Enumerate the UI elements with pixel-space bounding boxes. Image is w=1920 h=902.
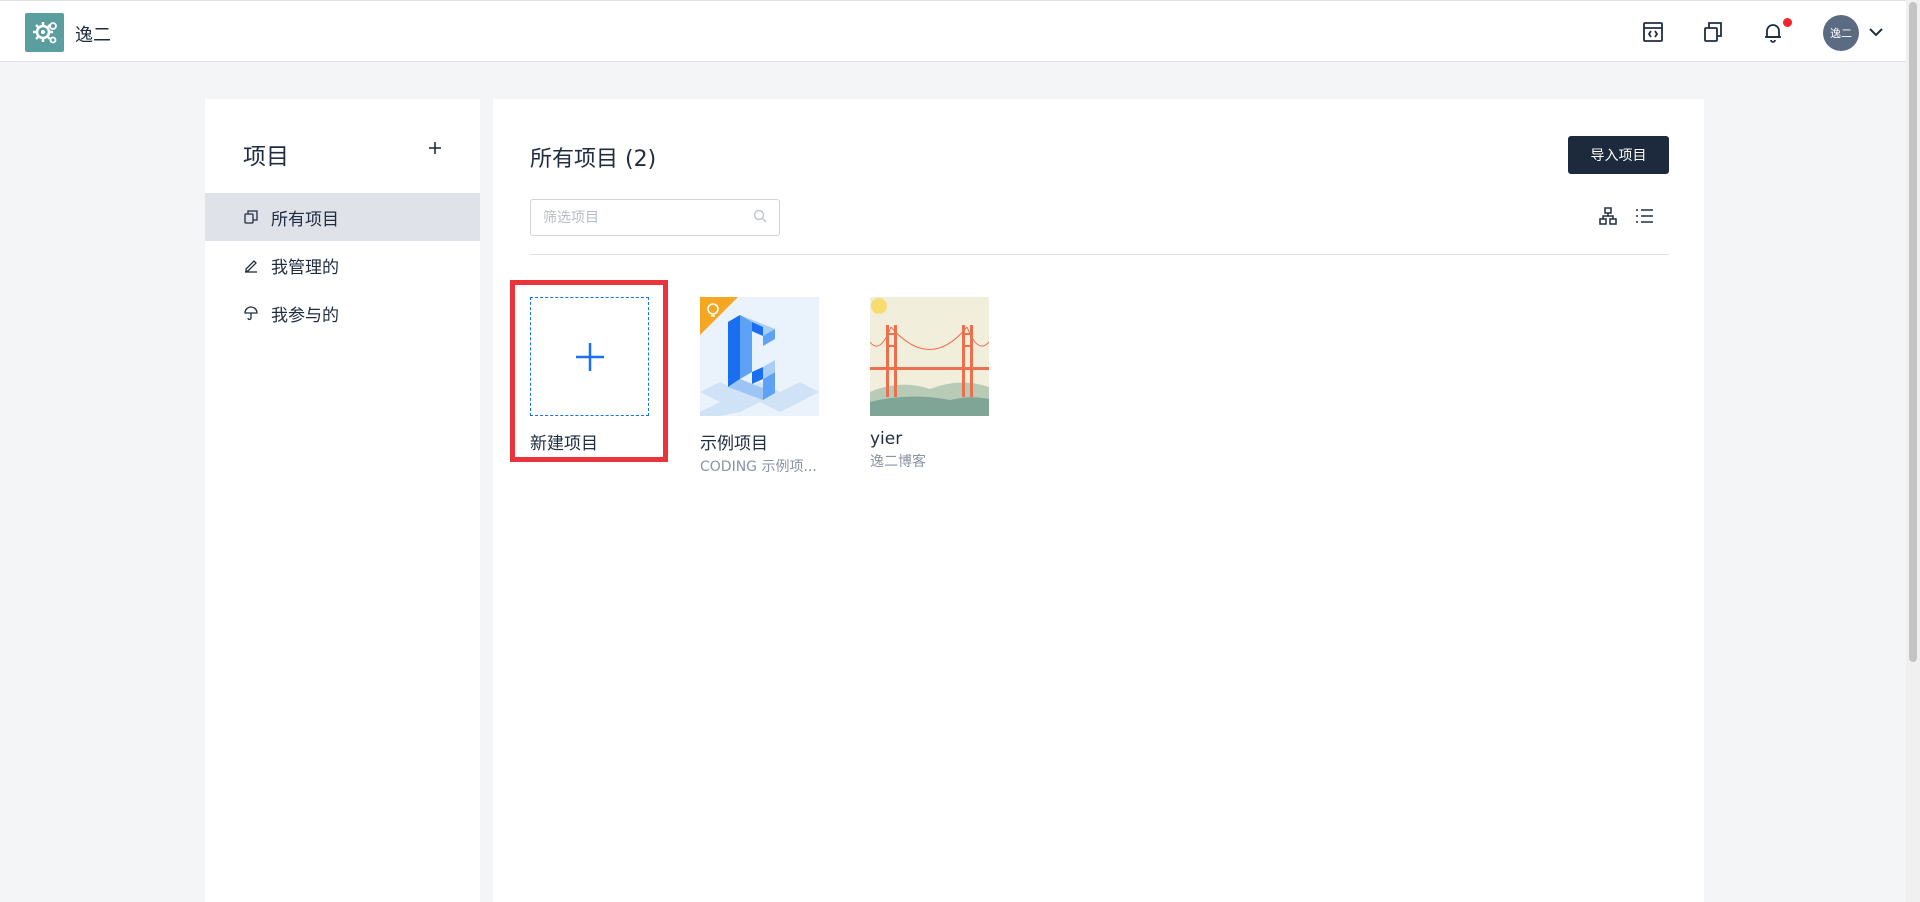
- sidebar-title: 项目: [243, 144, 289, 170]
- search-input[interactable]: [543, 209, 753, 226]
- sidebar-item-label: 我管理的: [271, 257, 339, 278]
- sidebar-item-label: 所有项目: [271, 209, 339, 230]
- search-icon[interactable]: [753, 208, 767, 227]
- gear-logo-icon: [32, 21, 57, 43]
- sidebar-item-participated[interactable]: 我参与的: [205, 289, 480, 337]
- card-name: 新建项目: [530, 434, 598, 454]
- project-cover-bridge[interactable]: [870, 297, 989, 416]
- card-name: yier: [870, 429, 903, 449]
- sidebar-item-label: 我参与的: [271, 305, 339, 326]
- chevron-down-icon[interactable]: [1867, 23, 1885, 41]
- project-cover-sample[interactable]: [700, 297, 819, 416]
- plus-icon: [575, 342, 604, 371]
- workspace-icon[interactable]: [1641, 20, 1665, 44]
- tree-view-icon[interactable]: [1597, 205, 1619, 227]
- list-view-icon[interactable]: [1633, 205, 1655, 227]
- top-bar: 逸二 逸二: [0, 0, 1906, 62]
- sidebar-item-managed[interactable]: 我管理的: [205, 241, 480, 289]
- project-card[interactable]: yier 逸二博客: [870, 297, 989, 471]
- add-project-icon[interactable]: [424, 137, 446, 159]
- scrollbar-thumb[interactable]: [1909, 2, 1917, 662]
- avatar[interactable]: 逸二: [1823, 15, 1859, 51]
- main-panel: 所有项目 (2) 导入项目 新建: [493, 99, 1704, 902]
- new-project-tile[interactable]: [530, 297, 649, 416]
- sidebar-item-all-projects[interactable]: 所有项目: [205, 193, 480, 241]
- new-project-card[interactable]: 新建项目: [530, 297, 649, 454]
- umbrella-icon: [243, 305, 259, 321]
- org-logo[interactable]: [25, 13, 64, 52]
- card-description: CODING 示例项...: [700, 459, 817, 475]
- card-name: 示例项目: [700, 434, 768, 454]
- copy-icon[interactable]: [1701, 20, 1725, 44]
- sidebar: 项目 所有项目 我管理的 我参与的: [205, 99, 480, 902]
- bell-icon[interactable]: [1761, 20, 1785, 44]
- divider: [530, 254, 1669, 255]
- notification-dot: [1783, 18, 1792, 27]
- org-name[interactable]: 逸二: [75, 21, 111, 47]
- import-project-button[interactable]: 导入项目: [1568, 136, 1669, 174]
- pen-icon: [243, 257, 259, 273]
- search-box[interactable]: [530, 199, 780, 236]
- project-card[interactable]: 示例项目 CODING 示例项...: [700, 297, 819, 476]
- page-title: 所有项目 (2): [530, 147, 657, 172]
- card-description: 逸二博客: [870, 454, 926, 470]
- copy-icon: [243, 209, 259, 225]
